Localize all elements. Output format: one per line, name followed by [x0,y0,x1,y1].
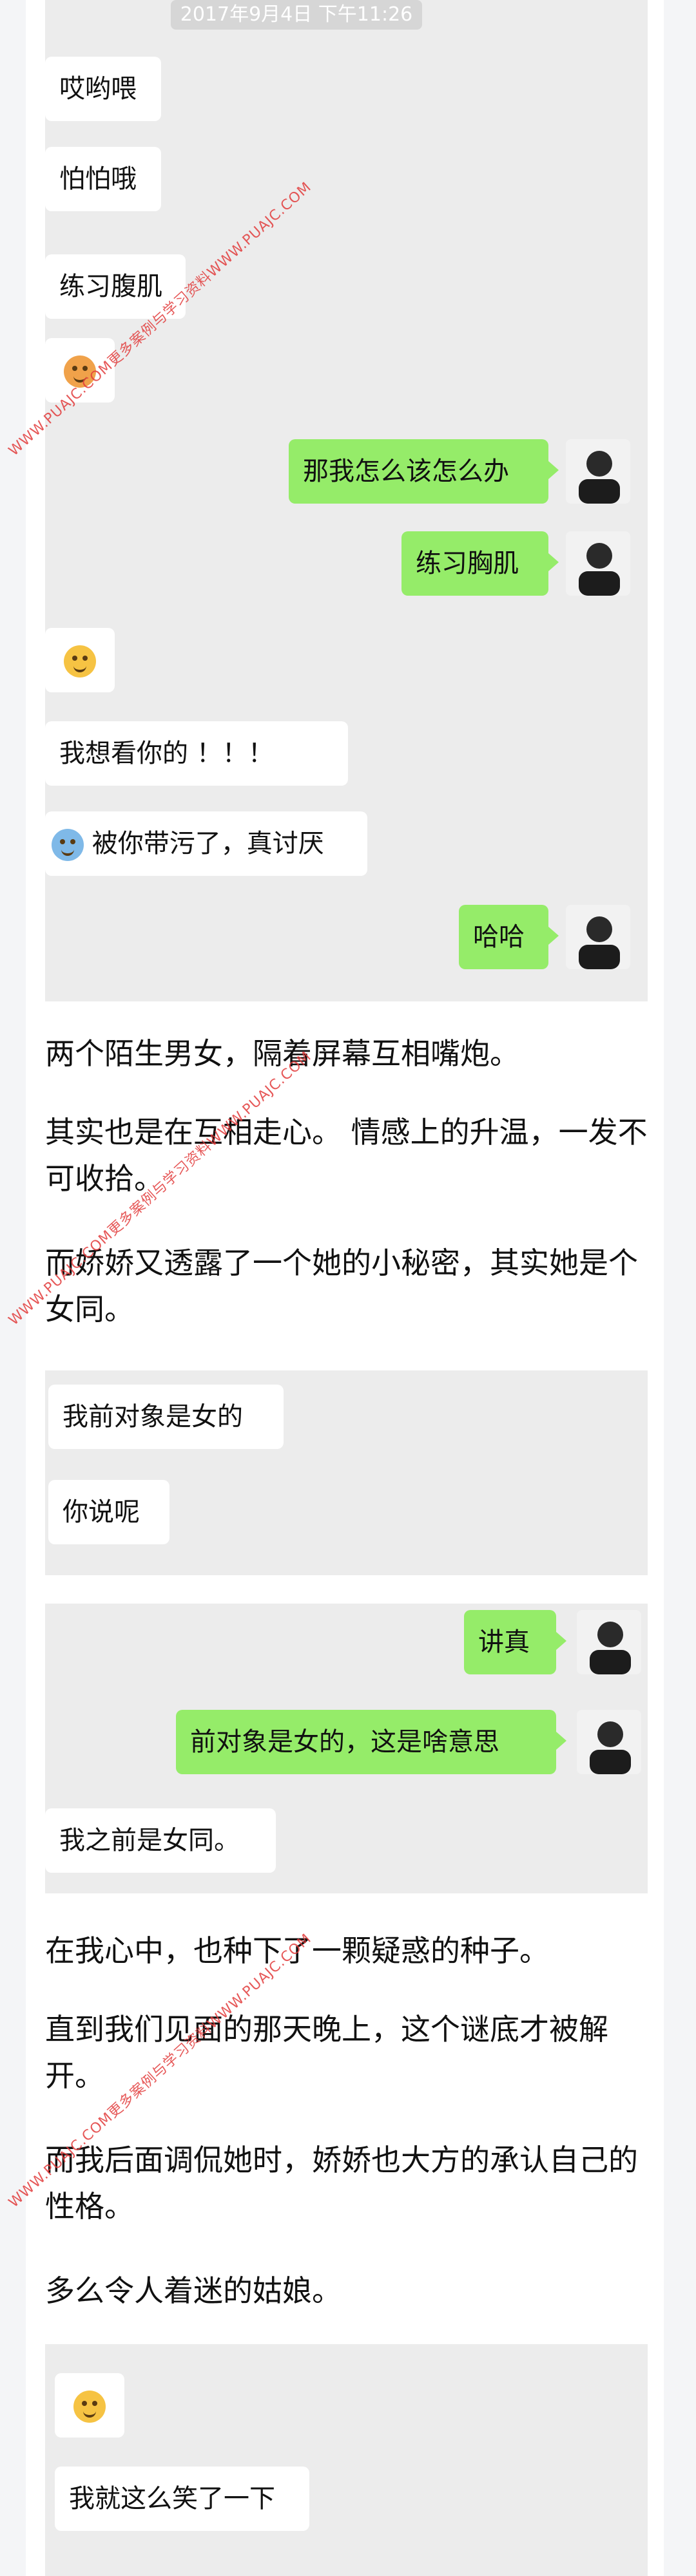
avatar [566,905,630,969]
emoji-bubble [55,2373,124,2438]
chat-bubble: 讲真 [464,1610,566,1674]
cry-emoji-icon [52,829,84,861]
article-paragraph: 两个陌生男女，隔着屏幕互相嘴炮。 [45,1036,519,1071]
chat-screenshot-5: 我就这么笑了一下 [45,2344,648,2576]
avatar [577,1610,641,1674]
message-timestamp: 2017年9月4日 下午11:26 [171,0,422,30]
chat-bubble: 被你带污了，真讨厌 [45,811,367,876]
chat-screenshot-3: 我前对象是女的 你说呢 [45,1370,648,1575]
chat-bubble: 前对象是女的，这是啥意思 [176,1710,566,1774]
avatar [566,531,630,596]
chat-bubble-text: 被你带污了，真讨厌 [92,829,324,858]
article-paragraph: 而娇娇又透露了一个她的小秘密，其实她是个女同。 [45,1245,638,1327]
chat-bubble: 哈哈 [459,905,559,969]
chat-screenshot-4: 讲真 前对象是女的，这是啥意思 我之前是女同。 [45,1604,648,1893]
article-paragraph: 而我后面调侃她时，娇娇也大方的承认自己的性格。 [45,2143,638,2224]
chat-bubble: 怕怕哦 [45,147,161,211]
chat-bubble: 我就这么笑了一下 [55,2467,309,2531]
avatar [566,439,630,504]
chat-bubble: 练习胸肌 [401,531,559,596]
emoji-bubble [45,628,115,692]
article-paragraph: 在我心中，也种下了一颗疑惑的种子。 [45,1933,549,1968]
chat-bubble: 我前对象是女的 [48,1385,284,1449]
smirk-emoji-icon [64,645,96,677]
chat-bubble: 我之前是女同。 [45,1808,276,1873]
avatar [577,1710,641,1774]
chat-bubble: 哎哟喂 [45,57,161,121]
chat-screenshot-1: 2017年9月4日 下午11:26 哎哟喂 怕怕哦 [45,0,648,222]
chat-bubble: 我想看你的 ！！！ [45,721,348,786]
chat-bubble: 那我怎么该怎么办 [289,439,559,504]
article-paragraph: 多么令人着迷的姑娘。 [45,2273,342,2308]
chat-bubble: 你说呢 [48,1480,169,1544]
smirk-emoji-icon [73,2391,106,2423]
article-paragraph: 其实也是在互相走心。 情感上的升温，一发不可收拾。 [45,1115,648,1196]
